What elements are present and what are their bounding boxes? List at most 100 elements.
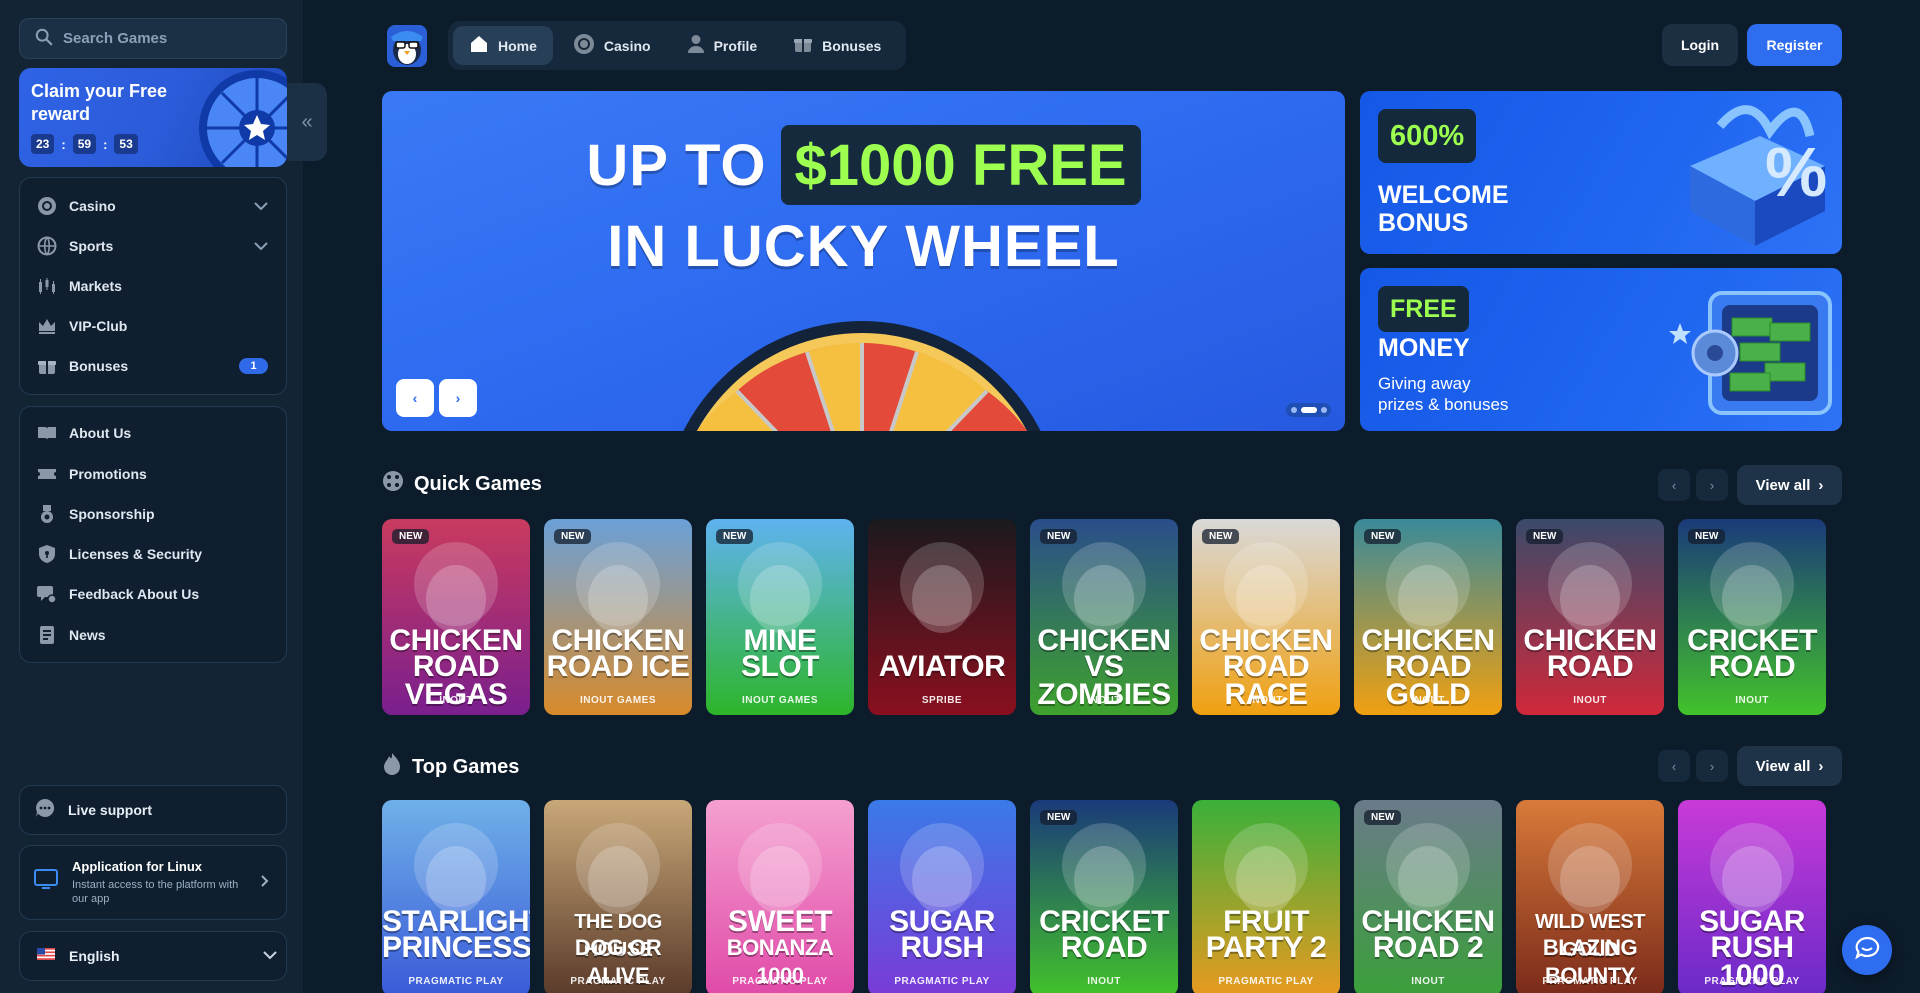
game-provider: PRAGMATIC PLAY [570,976,666,987]
sidebar-item-sports[interactable]: Sports [20,226,286,266]
quick-games-prev-button[interactable]: ‹ [1658,469,1690,501]
game-art-image [1224,823,1308,914]
sidebar-item-label: Sponsorship [69,506,155,522]
chevron-down-icon [254,238,268,254]
medal-icon [37,504,57,524]
game-art-image [1710,542,1794,633]
hero-headline-line1: UP TO $1000 FREE [382,125,1345,205]
game-art-image [900,542,984,633]
language-selector[interactable]: English [19,931,287,981]
game-card[interactable]: NEW CRICKET ROAD INOUT [1678,519,1826,715]
claim-reward-banner[interactable]: Claim your Free reward 23 : 59 : 53 [19,68,287,167]
game-provider: PRAGMATIC PLAY [1218,976,1314,987]
chat-button[interactable] [1842,925,1892,975]
hero-carousel[interactable]: UP TO $1000 FREE IN LUCKY WHEEL ‹ › [382,91,1345,431]
gift-icon [793,34,813,57]
register-button[interactable]: Register [1747,24,1842,66]
game-card[interactable]: NEW CHICKEN ROAD 2 INOUT [1354,800,1502,993]
game-provider: INOUT GAMES [579,695,657,706]
timer-minutes: 59 [72,134,97,154]
news-icon [37,625,57,645]
chevron-left-icon: ‹ [1671,758,1677,774]
game-card[interactable]: NEW CHICKEN ROAD VEGAS INOUT [382,519,530,715]
game-provider: INOUT [1087,695,1121,706]
top-games-next-button[interactable]: › [1696,750,1728,782]
section-heading: Quick Games [414,472,542,495]
game-card[interactable]: SUGAR RUSH 1000 PRAGMATIC PLAY [1678,800,1826,993]
top-games-title: Top Games [382,752,519,782]
casino-chip-icon [573,33,595,58]
game-provider: INOUT [1087,976,1121,987]
game-card[interactable]: AVIATOR SPRIBE [868,519,1016,715]
sidebar-item-news[interactable]: News [20,615,286,655]
hero-prev-button[interactable]: ‹ [396,379,434,417]
promo-title-line1: WELCOME [1378,181,1509,209]
hero-next-button[interactable]: › [439,379,477,417]
game-card[interactable]: NEW MINE SLOT INOUT GAMES [706,519,854,715]
sidebar-item-casino[interactable]: Casino [20,186,286,226]
sidebar-item-sponsorship[interactable]: Sponsorship [20,494,286,534]
linux-app-card[interactable]: Application for Linux Instant access to … [19,845,287,920]
search-icon [35,28,53,50]
book-icon [37,423,57,443]
promo-tag: FREE [1378,286,1469,332]
carousel-dots[interactable] [1286,403,1331,417]
game-card[interactable]: THE DOG HOUSE DOG OR ALIVE PRAGMATIC PLAY [544,800,692,993]
game-card[interactable]: NEW CHICKEN VS ZOMBIES INOUT [1030,519,1178,715]
game-card[interactable]: NEW CHICKEN ROAD ICE INOUT GAMES [544,519,692,715]
money-safe-icon [1669,291,1832,415]
game-card[interactable]: STARLIGHTPRINCESSPRAGMATIC PLAY [382,800,530,993]
tab-bonuses[interactable]: Bonuses [777,26,897,65]
game-art-image [1386,823,1470,914]
game-provider: PRAGMATIC PLAY [1542,976,1638,987]
collapse-sidebar-button[interactable]: « [287,83,327,161]
sidebar-item-vip-club[interactable]: VIP-Club [20,306,286,346]
game-card[interactable]: NEW CHICKEN ROAD RACE INOUT [1192,519,1340,715]
globe-ball-icon [37,236,57,256]
game-card[interactable]: WILD WEST GOLD BLAZING BOUNTY PRAGMATIC PL… [1516,800,1664,993]
game-title-line2: PARTY 2 [1205,931,1327,964]
game-card[interactable]: SUGAR RUSH PRAGMATIC PLAY [868,800,1016,993]
sidebar-item-licenses-security[interactable]: Licenses & Security [20,534,286,574]
penguin-logo[interactable] [385,23,429,69]
gift-icon [37,356,57,376]
tab-casino[interactable]: Casino [557,26,667,65]
tab-label: Casino [603,37,651,54]
tab-profile[interactable]: Profile [671,26,774,65]
ticket-icon [37,464,57,484]
quick-games-next-button[interactable]: › [1696,469,1728,501]
game-provider: INOUT [1249,695,1283,706]
tab-home[interactable]: Home [453,26,553,65]
sidebar-item-feedback[interactable]: Feedback About Us [20,574,286,614]
language-label: English [69,948,120,964]
game-card[interactable]: NEW CHICKEN ROAD INOUT [1516,519,1664,715]
sidebar-item-bonuses[interactable]: Bonuses 1 [20,346,286,386]
search-input[interactable]: Search Games [19,18,287,59]
game-card[interactable]: FRUIT PARTY 2 PRAGMATIC PLAY [1192,800,1340,993]
sidebar-item-label: Markets [69,278,122,294]
sidebar-item-about-us[interactable]: About Us [20,413,286,453]
free-money-promo[interactable]: FREE MONEY Giving away prizes & bonuses [1360,268,1842,431]
top-games-prev-button[interactable]: ‹ [1658,750,1690,782]
game-card[interactable]: SWEET BONANZA 1000 PRAGMATIC PLAY [706,800,854,993]
chevron-left-icon: ‹ [1671,477,1677,493]
game-art-image [1548,542,1632,633]
sidebar-item-markets[interactable]: Markets [20,266,286,306]
flame-icon [382,752,402,782]
quick-games-view-all[interactable]: View all › [1737,465,1842,505]
game-art-image [900,823,984,914]
welcome-bonus-promo[interactable]: 600% WELCOME BONUS % [1360,91,1842,254]
sidebar-item-promotions[interactable]: Promotions [20,454,286,494]
game-title-line2: SLOT [741,650,820,683]
game-provider: PRAGMATIC PLAY [408,976,504,987]
top-games-view-all[interactable]: View all › [1737,746,1842,786]
user-icon [687,34,705,57]
game-card[interactable]: NEW CRICKET ROAD INOUT [1030,800,1178,993]
live-support-button[interactable]: Live support [19,785,287,835]
game-provider: INOUT [439,695,473,706]
section-heading: Top Games [412,755,520,778]
hero-headline-line2: IN LUCKY WHEEL [607,214,1120,279]
login-button[interactable]: Login [1662,24,1738,66]
game-title-line1: SWEET [727,905,833,938]
game-card[interactable]: NEW CHICKEN ROAD GOLD INOUT [1354,519,1502,715]
